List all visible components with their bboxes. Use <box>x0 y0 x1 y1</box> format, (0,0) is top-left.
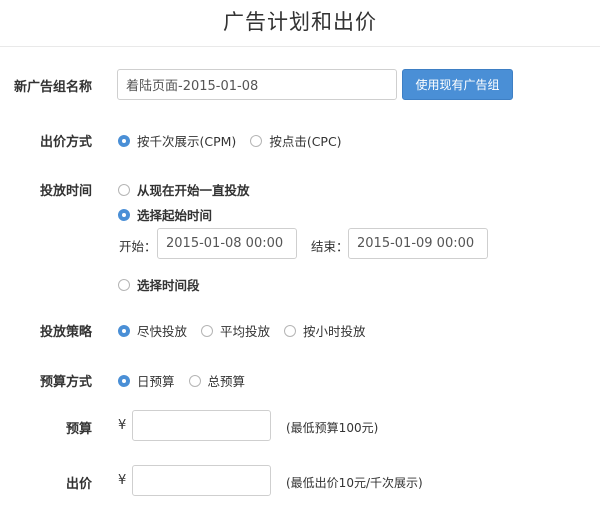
radio-start-time-label: 选择起始时间 <box>137 208 213 223</box>
strategy-label: 投放策略 <box>39 325 92 340</box>
schedule-option-always: 从现在开始一直投放 <box>118 180 264 199</box>
radio-total-budget[interactable]: 总预算 <box>188 371 246 390</box>
budget-label: 预算 <box>65 422 92 437</box>
use-existing-ad-group-button[interactable]: 使用现有广告组 <box>402 69 513 100</box>
bid-currency-symbol: ¥ <box>118 473 127 488</box>
strategy-radio-group: 尽快投放 平均投放 按小时投放 <box>118 321 380 340</box>
radio-even[interactable]: 平均投放 <box>201 321 270 340</box>
radio-daily-budget-label: 日预算 <box>137 374 175 389</box>
budget-type-radio-group: 日预算 总预算 <box>118 371 259 390</box>
budget-input[interactable] <box>132 410 271 441</box>
bid-label: 出价 <box>65 477 92 492</box>
radio-asap[interactable]: 尽快投放 <box>118 321 187 340</box>
radio-always-label: 从现在开始一直投放 <box>137 183 250 198</box>
start-time-label: 开始： <box>119 239 157 254</box>
radio-checked-icon <box>118 134 130 147</box>
schedule-label: 投放时间 <box>39 184 92 199</box>
radio-checked-icon <box>118 374 130 387</box>
header-divider <box>0 46 600 47</box>
radio-period[interactable]: 选择时间段 <box>118 275 200 294</box>
radio-start-time[interactable]: 选择起始时间 <box>118 205 212 224</box>
radio-cpc[interactable]: 按点击(CPC) <box>250 131 342 150</box>
schedule-option-period: 选择时间段 <box>118 275 214 294</box>
radio-always[interactable]: 从现在开始一直投放 <box>118 180 250 199</box>
bid-input[interactable] <box>132 465 271 496</box>
radio-cpm-label: 按千次展示(CPM) <box>137 134 237 149</box>
radio-unchecked-icon <box>201 324 214 337</box>
page-title: 广告计划和出价 <box>223 10 377 34</box>
radio-hourly-label: 按小时投放 <box>303 324 366 339</box>
radio-asap-label: 尽快投放 <box>137 324 188 339</box>
budget-hint: (最低预算100元) <box>286 421 379 435</box>
radio-checked-icon <box>118 324 130 337</box>
radio-hourly[interactable]: 按小时投放 <box>284 321 366 340</box>
radio-cpc-label: 按点击(CPC) <box>269 134 342 149</box>
ad-group-name-label: 新广告组名称 <box>13 80 92 95</box>
radio-unchecked-icon <box>118 183 130 196</box>
radio-even-label: 平均投放 <box>220 324 271 339</box>
radio-period-label: 选择时间段 <box>137 278 200 293</box>
radio-unchecked-icon <box>188 374 201 387</box>
budget-currency-symbol: ¥ <box>118 418 127 433</box>
bid-method-radio-group: 按千次展示(CPM) 按点击(CPC) <box>118 131 356 150</box>
radio-total-budget-label: 总预算 <box>207 374 246 389</box>
start-time-input[interactable]: 2015-01-08 00:00 <box>157 228 297 259</box>
radio-unchecked-icon <box>250 134 263 147</box>
bid-hint: (最低出价10元/千次展示) <box>286 476 423 490</box>
schedule-option-start-time: 选择起始时间 <box>118 205 226 224</box>
radio-cpm[interactable]: 按千次展示(CPM) <box>118 131 236 150</box>
radio-unchecked-icon <box>118 278 130 291</box>
end-time-label: 结束： <box>311 239 349 254</box>
end-time-input[interactable]: 2015-01-09 00:00 <box>348 228 488 259</box>
radio-unchecked-icon <box>284 324 297 337</box>
radio-checked-icon <box>118 208 130 221</box>
budget-type-label: 预算方式 <box>39 375 92 390</box>
ad-group-name-input[interactable]: 着陆页面-2015-01-08 <box>117 69 397 100</box>
radio-daily-budget[interactable]: 日预算 <box>118 371 175 390</box>
bid-method-label: 出价方式 <box>39 135 92 150</box>
